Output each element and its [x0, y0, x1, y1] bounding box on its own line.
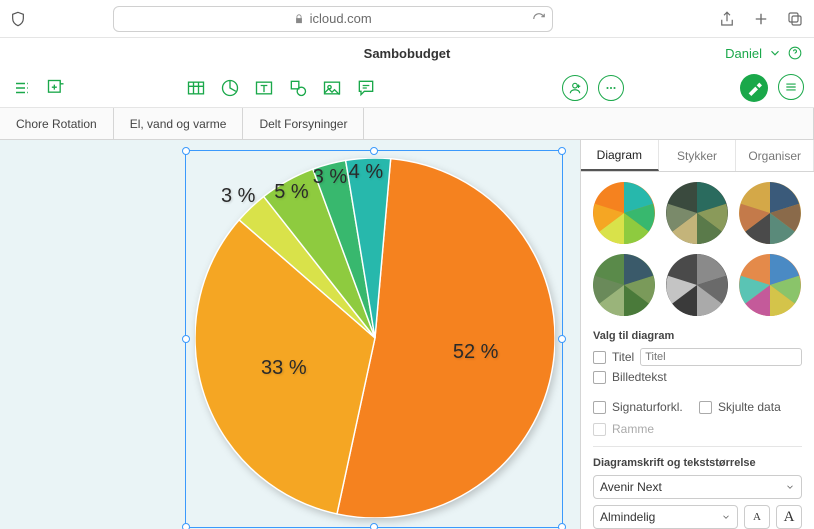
chart-style-thumb[interactable]	[739, 182, 801, 244]
format-panel-icon[interactable]	[740, 74, 768, 102]
chevron-down-icon	[721, 512, 731, 522]
sheet-tabs: Chore Rotation El, vand og varme Delt Fo…	[0, 108, 814, 140]
chart-style-thumb[interactable]	[666, 182, 728, 244]
chart-selection-box	[185, 150, 563, 528]
insert-chart-icon[interactable]	[218, 76, 242, 100]
app-toolbar	[0, 68, 814, 108]
resize-handle[interactable]	[182, 523, 190, 529]
resize-handle[interactable]	[182, 147, 190, 155]
font-family-select[interactable]: Avenir Next	[593, 475, 802, 499]
user-menu[interactable]: Daniel	[725, 46, 802, 61]
new-tab-icon[interactable]	[752, 10, 770, 28]
spreadsheet-canvas[interactable]: 52 %33 %3 %5 %3 %4 %	[0, 140, 580, 529]
border-checkbox	[593, 423, 606, 436]
title-input[interactable]	[640, 348, 802, 366]
divider	[593, 446, 802, 447]
border-label: Ramme	[612, 422, 654, 436]
lock-icon	[294, 14, 304, 24]
user-name: Daniel	[725, 46, 762, 61]
caption-option-row: Billedtekst	[593, 370, 802, 384]
legend-option-row: Signaturforkl.	[593, 400, 695, 414]
hidden-data-checkbox[interactable]	[699, 401, 712, 414]
font-section-heading: Diagramskrift og tekststørrelse	[593, 457, 802, 469]
legend-checkbox[interactable]	[593, 401, 606, 414]
sheet-tab-2[interactable]: Delt Forsyninger	[243, 108, 364, 139]
insert-text-icon[interactable]	[252, 76, 276, 100]
hidden-data-option-row: Skjulte data	[699, 400, 801, 414]
inspector-body: Valg til diagram Titel Billedtekst Signa…	[581, 172, 814, 529]
font-style-value: Almindelig	[600, 510, 655, 524]
insert-comment-icon[interactable]	[354, 76, 378, 100]
sheet-tab-1[interactable]: El, vand og varme	[114, 108, 244, 139]
sheet-tab-0[interactable]: Chore Rotation	[0, 108, 114, 139]
inspector-tabs: Diagram Stykker Organiser	[581, 140, 814, 172]
browser-actions	[718, 10, 804, 28]
caption-label: Billedtekst	[612, 370, 667, 384]
chevron-down-icon	[768, 46, 782, 60]
document-title-bar: Sambobudget Daniel	[0, 38, 814, 68]
chart-style-thumb[interactable]	[739, 254, 801, 316]
refresh-icon[interactable]	[532, 12, 546, 26]
tabs-icon[interactable]	[786, 10, 804, 28]
url-bar[interactable]: icloud.com	[113, 6, 553, 32]
more-icon[interactable]	[598, 75, 624, 101]
browser-chrome-bar: icloud.com	[0, 0, 814, 38]
privacy-shield-icon[interactable]	[10, 11, 26, 27]
chevron-down-icon	[785, 482, 795, 492]
share-icon[interactable]	[718, 10, 736, 28]
resize-handle[interactable]	[558, 147, 566, 155]
font-family-value: Avenir Next	[600, 480, 662, 494]
hidden-data-label: Skjulte data	[718, 400, 781, 414]
insert-shape-icon[interactable]	[286, 76, 310, 100]
resize-handle[interactable]	[558, 523, 566, 529]
inspector-tab-wedges[interactable]: Stykker	[659, 140, 737, 171]
inspector-tab-chart[interactable]: Diagram	[581, 140, 659, 171]
url-text: icloud.com	[310, 11, 372, 26]
title-option-row: Titel	[593, 348, 802, 366]
view-menu-icon[interactable]	[10, 76, 34, 100]
title-label: Titel	[612, 350, 634, 364]
resize-handle[interactable]	[182, 335, 190, 343]
legend-label: Signaturforkl.	[612, 400, 683, 414]
sheet-tab-blank[interactable]	[364, 108, 814, 139]
organize-panel-icon[interactable]	[778, 74, 804, 100]
insert-table-icon[interactable]	[184, 76, 208, 100]
resize-handle[interactable]	[558, 335, 566, 343]
main-area: 52 %33 %3 %5 %3 %4 % Diagram Stykker Org…	[0, 140, 814, 529]
title-checkbox[interactable]	[593, 351, 606, 364]
resize-handle[interactable]	[370, 147, 378, 155]
caption-checkbox[interactable]	[593, 371, 606, 384]
add-sheet-icon[interactable]	[44, 76, 68, 100]
resize-handle[interactable]	[370, 523, 378, 529]
border-option-row: Ramme	[593, 422, 802, 436]
font-size-decrease-button[interactable]: A	[744, 505, 770, 529]
chart-options-heading: Valg til diagram	[593, 330, 802, 342]
font-size-increase-button[interactable]: A	[776, 505, 802, 529]
chart-styles-grid	[593, 182, 802, 316]
inspector-tab-arrange[interactable]: Organiser	[736, 140, 814, 171]
chart-style-thumb[interactable]	[593, 182, 655, 244]
font-style-select[interactable]: Almindelig	[593, 505, 738, 529]
format-inspector: Diagram Stykker Organiser Valg til diagr…	[580, 140, 814, 529]
help-icon[interactable]	[788, 46, 802, 60]
chart-style-thumb[interactable]	[666, 254, 728, 316]
chart-style-thumb[interactable]	[593, 254, 655, 316]
collaborate-icon[interactable]	[562, 75, 588, 101]
insert-media-icon[interactable]	[320, 76, 344, 100]
document-title: Sambobudget	[364, 46, 451, 61]
